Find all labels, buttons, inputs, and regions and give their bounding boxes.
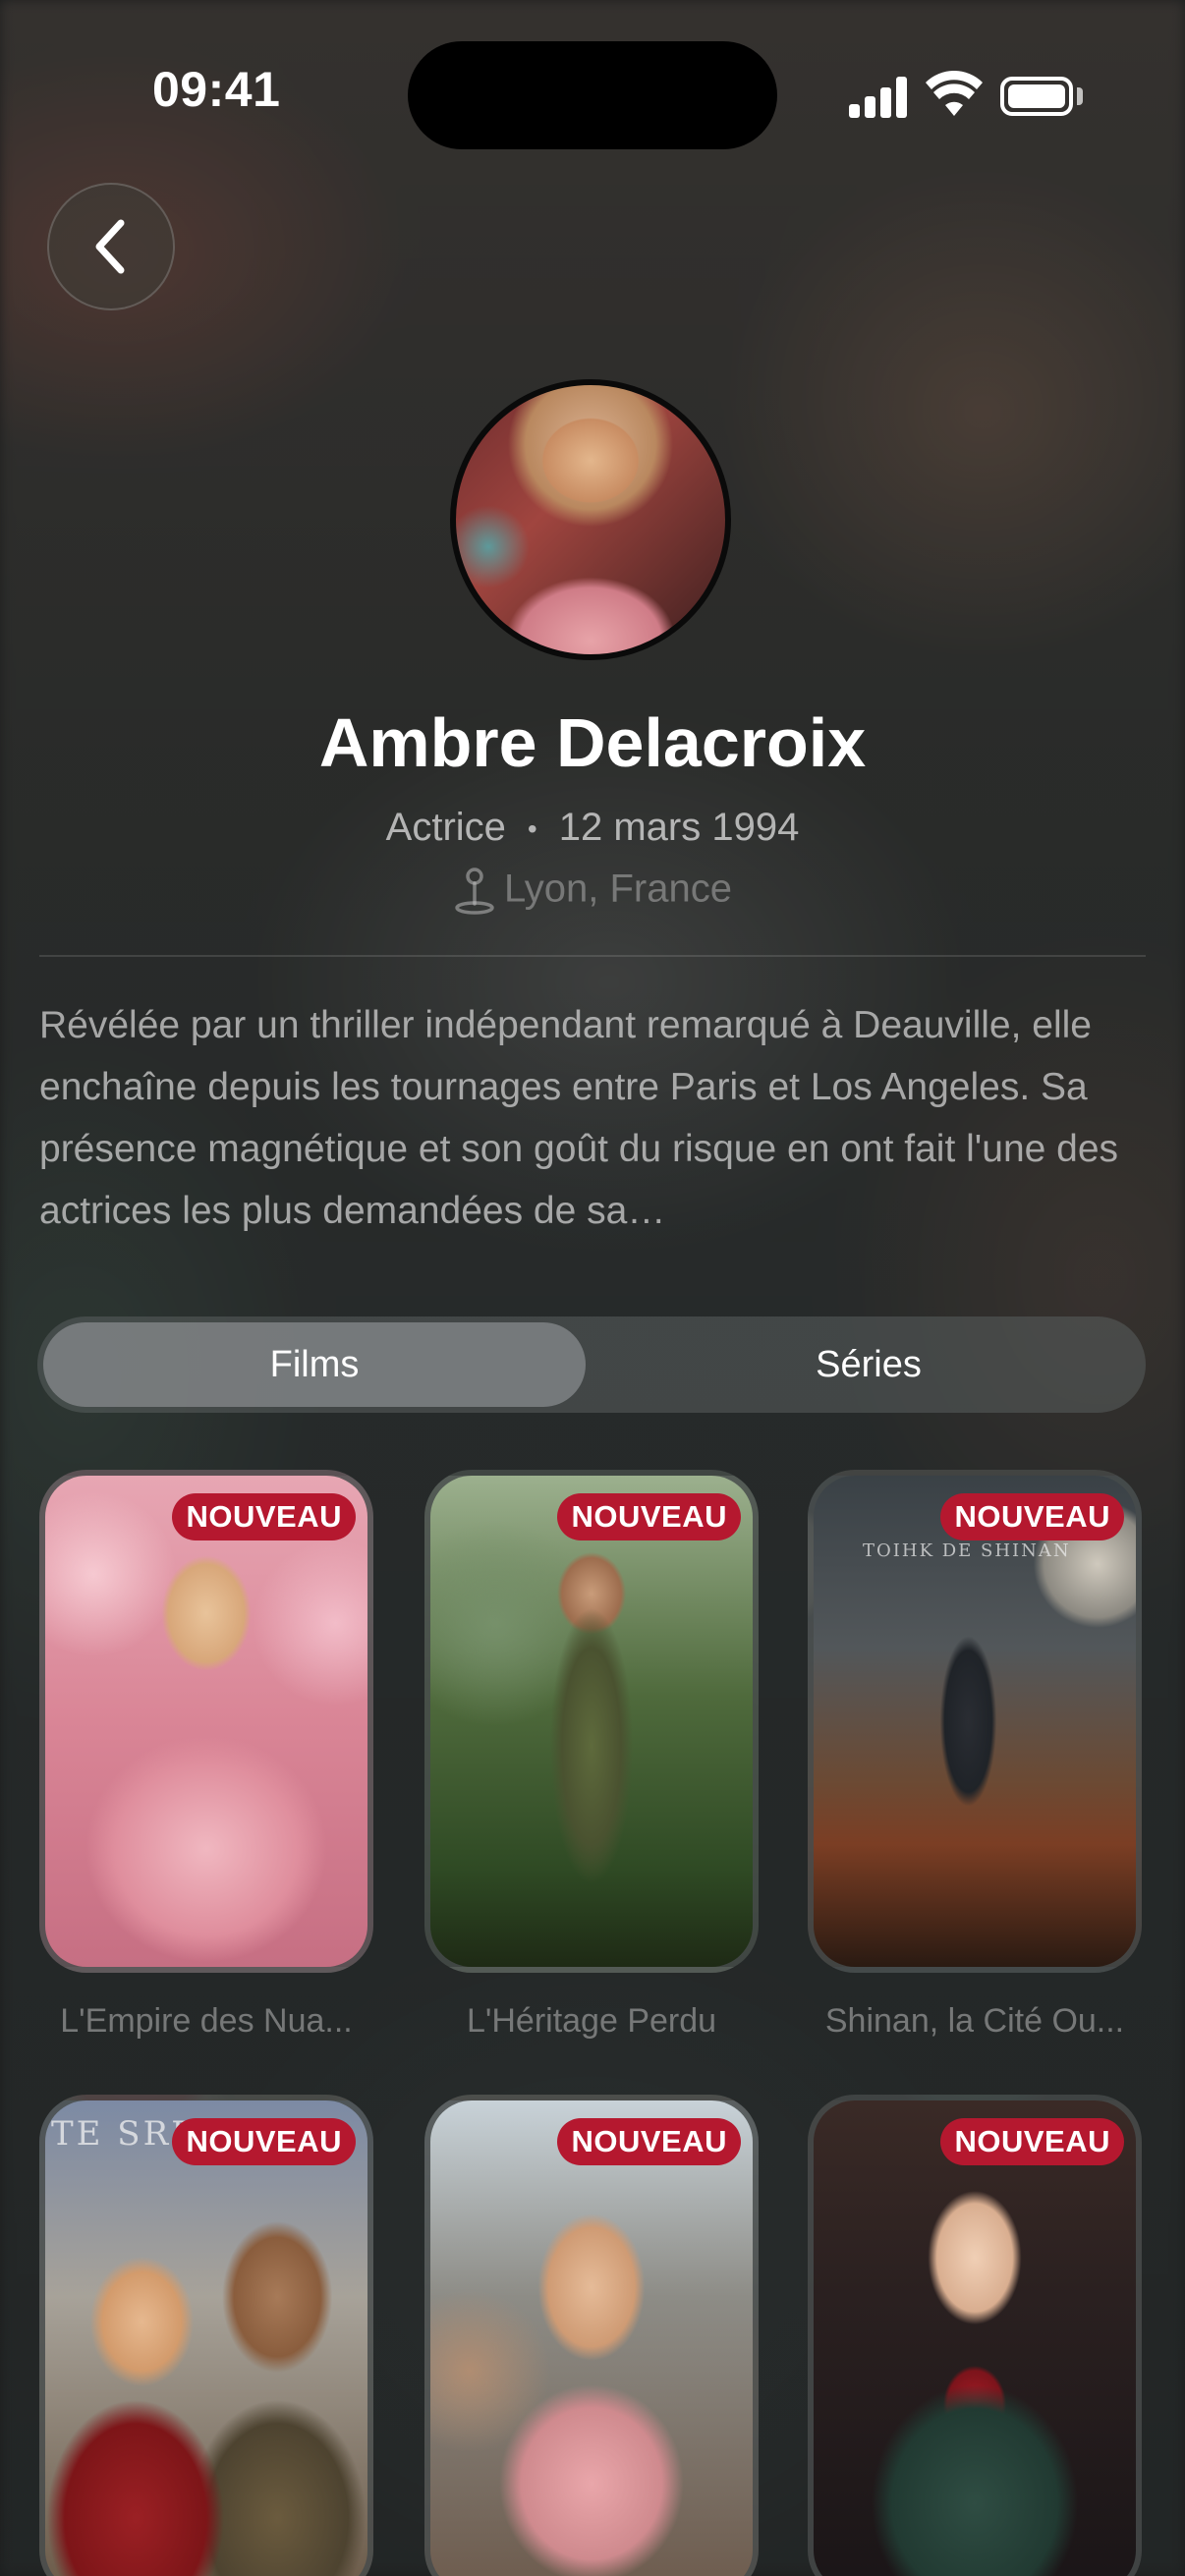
new-badge: NOUVEAU [940,2118,1124,2165]
poster-card[interactable]: NOUVEAU [424,1470,759,1973]
poster-title[interactable]: L'Empire des Nua... [29,2002,383,2041]
meta-separator: • [527,813,537,845]
wifi-icon [926,71,983,116]
new-badge: NOUVEAU [557,1493,741,1540]
profile-meta: Actrice • 12 mars 1994 [0,806,1185,850]
poster-title[interactable]: Shinan, la Cité Ou... [798,2002,1152,2041]
poster-card[interactable]: NOUVEAU [39,1470,373,1973]
poster-card[interactable]: TE SRD NOUVEAU [39,2095,373,2576]
poster-card[interactable]: NOUVEAU [808,2095,1142,2576]
status-time: 09:41 [152,62,281,117]
new-badge: NOUVEAU [172,1493,356,1540]
tab-series[interactable]: Séries [597,1322,1140,1407]
profile-bio[interactable]: Révélée par un thriller indépendant rema… [39,994,1150,1242]
new-badge: NOUVEAU [172,2118,356,2165]
poster-title[interactable]: L'Héritage Perdu [415,2002,768,2041]
profile-role: Actrice [385,806,506,849]
poster-card[interactable]: NOUVEAU TOIHK DE SHINAN [808,1470,1142,1973]
new-badge: NOUVEAU [940,1493,1124,1540]
poster-card[interactable]: NOUVEAU [424,2095,759,2576]
profile-location-text: Lyon, France [504,867,732,911]
chevron-left-icon [95,219,125,274]
battery-nub [1077,87,1083,105]
poster-art-text: TOIHK DE SHINAN [863,1540,1071,1561]
profile-location: Lyon, France [0,867,1185,916]
status-bar: 09:41 [0,0,1185,196]
divider [39,955,1146,957]
profile-avatar [450,379,731,660]
profile-name: Ambre Delacroix [318,704,867,781]
back-button[interactable] [47,183,175,310]
dynamic-island [408,41,777,149]
profile-birth-date: 12 mars 1994 [558,806,800,849]
new-badge: NOUVEAU [557,2118,741,2165]
cellular-signal-icon [849,77,908,118]
location-pin-icon [455,868,494,915]
tab-films[interactable]: Films [43,1322,586,1407]
media-type-segmented-control: Films Séries [37,1316,1146,1413]
battery-icon [1000,77,1073,116]
